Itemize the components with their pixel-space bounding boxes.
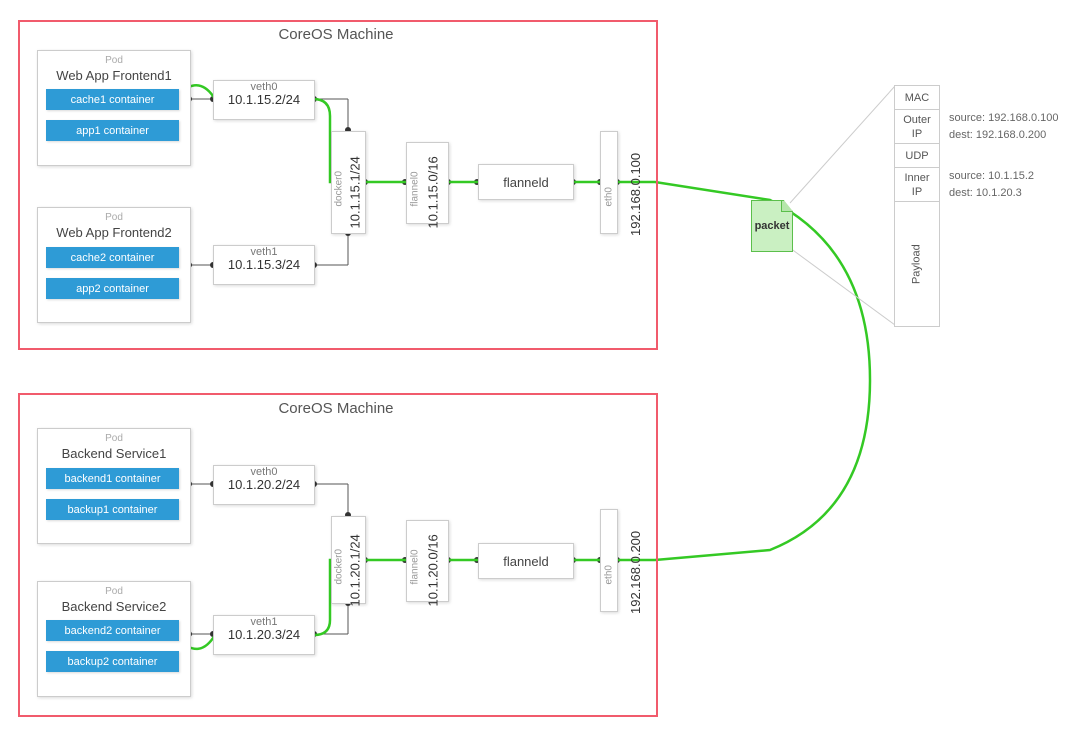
veth1-m2: veth1 10.1.20.3/24	[213, 615, 315, 655]
container-backend2: backend2 container	[46, 620, 179, 641]
packet-icon: packet	[751, 200, 793, 252]
pkt-udp: UDP	[894, 143, 940, 169]
flanneld-m1: flanneld	[478, 164, 574, 200]
container-app2: app2 container	[46, 278, 179, 299]
machine-2-title: CoreOS Machine	[18, 400, 654, 417]
veth0-m1: veth0 10.1.15.2/24	[213, 80, 315, 120]
pkt-inner-ip: Inner IP	[894, 167, 940, 203]
pkt-payload: Payload	[894, 201, 940, 327]
container-cache2: cache2 container	[46, 247, 179, 268]
pod-name: Web App Frontend1	[38, 68, 190, 83]
inner-ip-text: source: 10.1.15.2 dest: 10.1.20.3	[949, 168, 1034, 201]
machine-1-title: CoreOS Machine	[18, 26, 654, 43]
container-backup2: backup2 container	[46, 651, 179, 672]
outer-ip-text: source: 192.168.0.100 dest: 192.168.0.20…	[949, 110, 1058, 143]
veth1-m1: veth1 10.1.15.3/24	[213, 245, 315, 285]
container-cache1: cache1 container	[46, 89, 179, 110]
veth0-m2: veth0 10.1.20.2/24	[213, 465, 315, 505]
pkt-outer-ip: Outer IP	[894, 109, 940, 145]
pkt-mac: MAC	[894, 85, 940, 111]
container-backend1: backend1 container	[46, 468, 179, 489]
container-backup1: backup1 container	[46, 499, 179, 520]
flanneld-m2: flanneld	[478, 543, 574, 579]
pod-label: Pod	[38, 55, 190, 66]
container-app1: app1 container	[46, 120, 179, 141]
